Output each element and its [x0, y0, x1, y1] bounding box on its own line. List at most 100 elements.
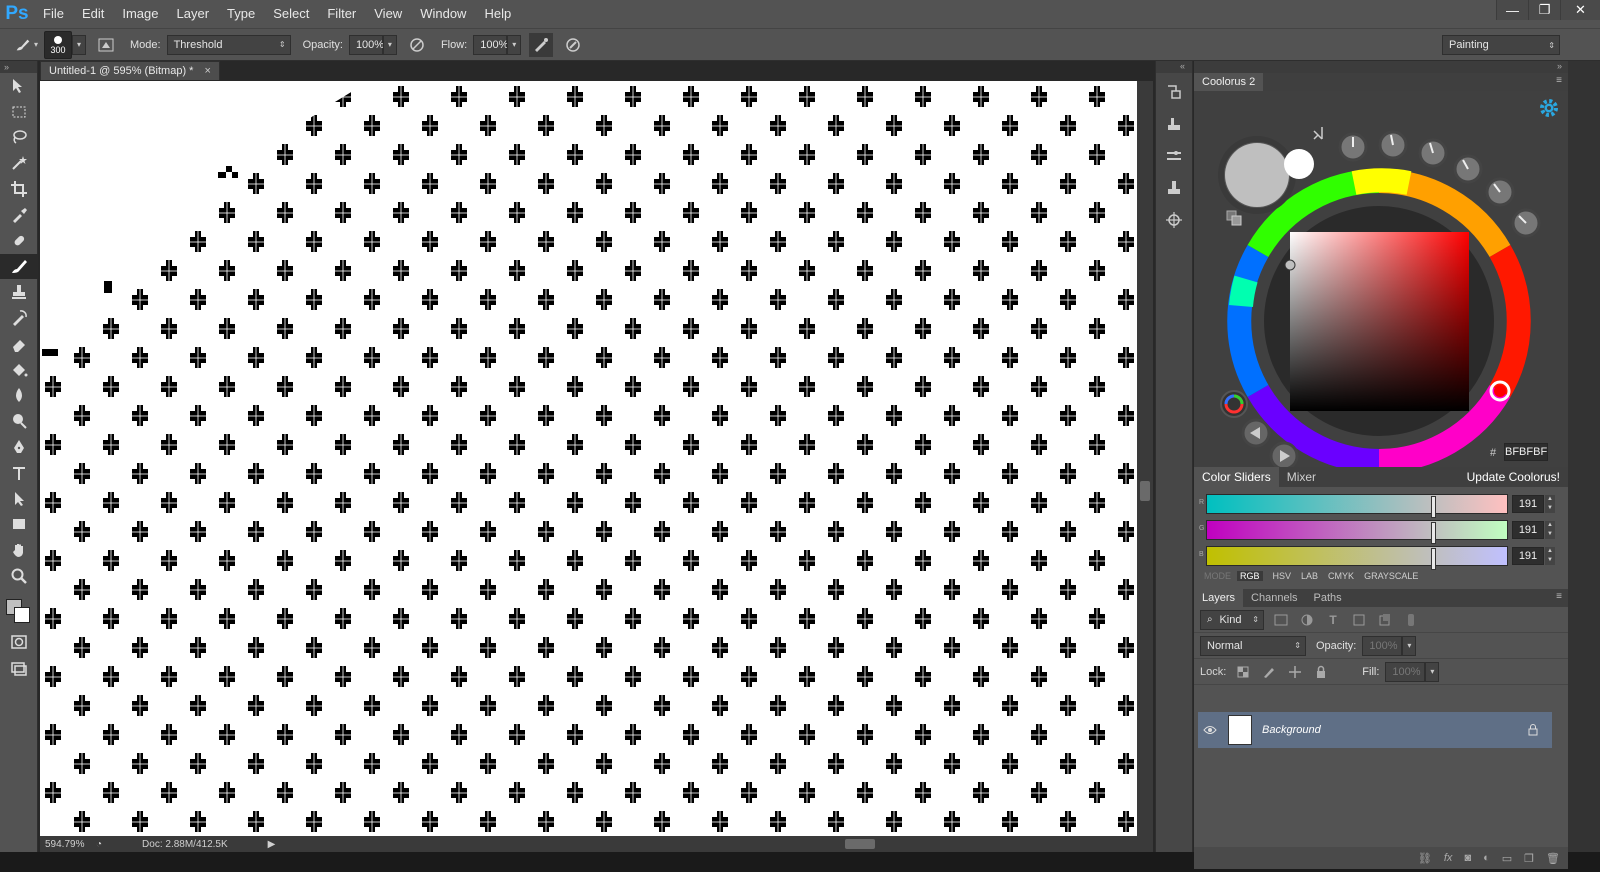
blue-slider[interactable]	[1206, 546, 1508, 570]
trash-icon[interactable]: 🗑	[1546, 852, 1560, 865]
green-spinner[interactable]: ▲ ▼	[1545, 521, 1555, 539]
mode-lab[interactable]: LAB	[1301, 571, 1318, 581]
filter-toggle-icon[interactable]	[1402, 612, 1420, 628]
healing-brush-tool-icon[interactable]	[0, 228, 38, 254]
hand-tool-icon[interactable]	[0, 537, 38, 563]
vertical-scroll-thumb[interactable]	[1140, 481, 1150, 501]
opacity-field[interactable]: 100%	[348, 34, 384, 55]
green-value-input[interactable]: 191	[1512, 521, 1544, 539]
menu-help[interactable]: Help	[475, 0, 520, 28]
move-tool-icon[interactable]	[0, 73, 38, 99]
red-slider-handle[interactable]	[1431, 496, 1436, 518]
minimize-button[interactable]: —	[1496, 0, 1528, 20]
fill-dropdown[interactable]: ▾	[1425, 661, 1440, 682]
mode-dropdown[interactable]: Threshold ⇕	[166, 34, 291, 55]
crop-tool-icon[interactable]	[0, 176, 38, 202]
layer-name[interactable]: Background	[1262, 724, 1321, 736]
green-slider-handle[interactable]	[1431, 522, 1436, 544]
status-info-icon[interactable]: ◔	[96, 839, 102, 850]
tab-coolorus[interactable]: Coolorus 2	[1194, 73, 1264, 91]
navigator-panel-icon[interactable]	[1156, 207, 1192, 233]
marquee-tool-icon[interactable]	[0, 99, 38, 125]
clone-stamp-tool-icon[interactable]	[0, 279, 38, 305]
menu-image[interactable]: Image	[113, 0, 167, 28]
status-menu-arrow-icon[interactable]: ▶	[268, 839, 276, 850]
layer-row-background[interactable]: Background	[1198, 712, 1552, 748]
dodge-tool-icon[interactable]	[0, 408, 38, 434]
mode-grayscale[interactable]: GRAYSCALE	[1364, 571, 1418, 581]
pressure-size-icon[interactable]	[561, 33, 585, 57]
clone-source-icon[interactable]	[1156, 175, 1192, 201]
document-canvas[interactable]	[40, 81, 1137, 836]
blue-spinner[interactable]: ▲ ▼	[1545, 547, 1555, 565]
tab-mixer[interactable]: Mixer	[1279, 467, 1324, 487]
rectangle-tool-icon[interactable]	[0, 512, 38, 538]
lock-transparent-icon[interactable]	[1234, 664, 1252, 680]
menu-window[interactable]: Window	[411, 0, 475, 28]
layers-menu-icon[interactable]: ≡	[1556, 591, 1562, 602]
menu-edit[interactable]: Edit	[73, 0, 113, 28]
color-wheel[interactable]	[1194, 91, 1568, 473]
filter-adjustment-icon[interactable]	[1298, 612, 1316, 628]
menu-type[interactable]: Type	[218, 0, 264, 28]
screen-mode-icon[interactable]	[0, 655, 38, 681]
kind-filter-dropdown[interactable]: ⌕ Kind ⇕	[1200, 609, 1264, 630]
adjustment-layer-icon[interactable]: ◐	[1483, 852, 1490, 864]
filter-pixel-icon[interactable]	[1272, 612, 1290, 628]
menu-filter[interactable]: Filter	[318, 0, 365, 28]
path-selection-tool-icon[interactable]	[0, 486, 38, 512]
brush-tool-preset-icon[interactable]: ▾	[14, 33, 38, 57]
actions-panel-icon[interactable]	[1156, 111, 1192, 137]
menu-view[interactable]: View	[365, 0, 411, 28]
brush-picker-dropdown[interactable]: ▾	[72, 34, 86, 55]
workspace-dropdown[interactable]: Painting ⇕	[1442, 35, 1560, 55]
tab-channels[interactable]: Channels	[1243, 589, 1305, 607]
quick-mask-icon[interactable]	[0, 629, 38, 655]
tab-paths[interactable]: Paths	[1306, 589, 1350, 607]
collapse-tools-icon[interactable]: »	[0, 61, 37, 73]
document-tab[interactable]: Untitled-1 @ 595% (Bitmap) * ×	[40, 61, 220, 80]
green-slider[interactable]	[1206, 520, 1508, 544]
blue-slider-handle[interactable]	[1431, 548, 1436, 570]
vertical-scrollbar[interactable]	[1137, 81, 1153, 836]
add-mask-icon[interactable]: ◙	[1464, 852, 1471, 864]
lock-pixels-icon[interactable]	[1260, 664, 1278, 680]
panel-menu-icon[interactable]: ≡	[1556, 75, 1562, 86]
horizontal-scrollbar[interactable]	[275, 836, 1153, 852]
new-group-folder-icon[interactable]: ▭	[1502, 852, 1512, 865]
opacity-dropdown[interactable]: ▾	[382, 34, 397, 55]
flow-dropdown[interactable]: ▾	[507, 34, 522, 55]
filter-shape-icon[interactable]	[1350, 612, 1368, 628]
eyedropper-tool-icon[interactable]	[0, 202, 38, 228]
brush-tool-icon[interactable]	[0, 253, 38, 280]
dock-collapse-icon[interactable]: «	[1156, 61, 1192, 73]
red-value-input[interactable]: 191	[1512, 495, 1544, 513]
hex-input[interactable]: BFBFBF	[1504, 443, 1548, 461]
blur-tool-icon[interactable]	[0, 383, 38, 409]
menu-layer[interactable]: Layer	[168, 0, 219, 28]
layer-opacity-field[interactable]: 100%	[1362, 635, 1403, 656]
lock-position-icon[interactable]	[1286, 664, 1304, 680]
blue-value-input[interactable]: 191	[1512, 547, 1544, 565]
restore-button[interactable]: ❐	[1528, 0, 1560, 20]
close-document-icon[interactable]: ×	[205, 65, 211, 77]
red-spinner[interactable]: ▲ ▼	[1545, 495, 1555, 513]
close-button[interactable]: ✕	[1560, 0, 1600, 20]
lasso-tool-icon[interactable]	[0, 125, 38, 151]
fx-icon[interactable]: fx	[1444, 852, 1453, 864]
eraser-tool-icon[interactable]	[0, 331, 38, 357]
horizontal-scroll-thumb[interactable]	[845, 839, 876, 849]
lock-all-icon[interactable]	[1312, 664, 1330, 680]
panels-collapse-icon[interactable]: »	[1194, 61, 1568, 73]
history-panel-icon[interactable]	[1156, 79, 1192, 105]
mode-hsv[interactable]: HSV	[1273, 571, 1292, 581]
brush-panel-toggle-icon[interactable]	[94, 33, 118, 57]
menu-select[interactable]: Select	[264, 0, 318, 28]
menu-file[interactable]: File	[34, 0, 73, 28]
red-slider[interactable]	[1206, 494, 1508, 518]
tab-color-sliders[interactable]: Color Sliders	[1194, 467, 1279, 487]
settings-gear-icon[interactable]	[1538, 97, 1560, 119]
background-color-swatch[interactable]	[14, 606, 30, 623]
history-brush-tool-icon[interactable]	[0, 305, 38, 331]
pen-tool-icon[interactable]	[0, 434, 38, 460]
